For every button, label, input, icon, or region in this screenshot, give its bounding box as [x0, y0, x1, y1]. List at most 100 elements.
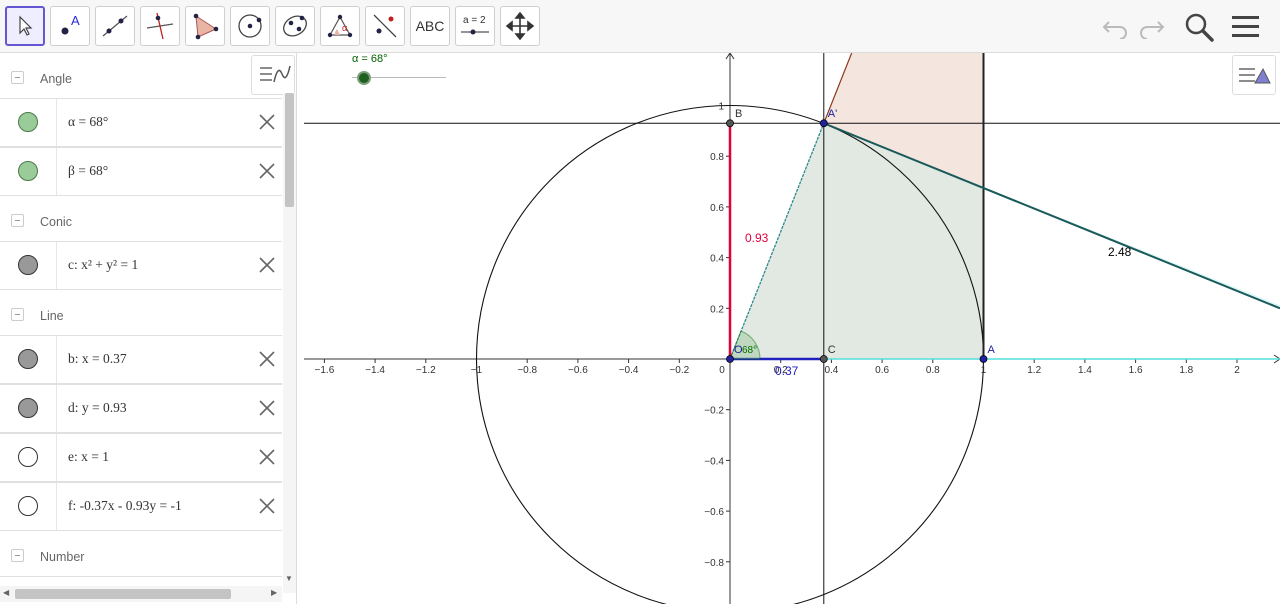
undo-button[interactable]: [1098, 10, 1132, 44]
x-tick-label: 1.8: [1179, 365, 1193, 376]
group-header-number[interactable]: Number: [0, 533, 282, 577]
point-a[interactable]: [979, 355, 988, 363]
graphics-canvas[interactable]: −1.6 −1.4 −1.2 −1 −0.8 −0.6 −0.4 −0.2 0 0.2 0.4 0.6…: [297, 53, 1280, 604]
x-tick-label: 0.4: [824, 365, 838, 376]
group-header-angle[interactable]: Angle: [0, 55, 282, 99]
slider-handle[interactable]: [357, 71, 371, 85]
point-o[interactable]: [726, 355, 734, 363]
slider-label: α = 68°: [352, 53, 388, 65]
menu-icon: [1232, 16, 1259, 37]
reflect-tool-icon: [373, 14, 397, 38]
group-header-conic[interactable]: Conic: [0, 198, 282, 242]
point-tool-button[interactable]: A: [50, 6, 90, 46]
move-graphics-tool-icon: [505, 11, 535, 41]
algebra-expression[interactable]: e: x = 1: [68, 449, 109, 465]
ellipse-tool-button[interactable]: [275, 6, 315, 46]
algebra-row-b[interactable]: b: x = 0.37: [0, 335, 282, 384]
style-bar-icon: [1239, 67, 1271, 84]
reflect-tool-button[interactable]: [365, 6, 405, 46]
algebra-style-button[interactable]: [251, 55, 295, 95]
point-label-b: B: [735, 108, 742, 120]
algebra-row-c[interactable]: c: x² + y² = 1: [0, 241, 282, 290]
y-tick-label: 0.8: [710, 152, 724, 163]
point-b[interactable]: [726, 119, 734, 128]
main-menu-button[interactable]: [1229, 10, 1263, 44]
collapse-toggle-icon[interactable]: [11, 71, 24, 84]
algebra-expression[interactable]: f: -0.37x - 0.93y = -1: [68, 498, 182, 514]
y-tick-label: 1: [718, 102, 724, 113]
graphics-style-button[interactable]: [1232, 55, 1276, 95]
algebra-row-d[interactable]: d: y = 0.93: [0, 384, 282, 433]
move-tool-button[interactable]: [5, 6, 45, 46]
move-graphics-tool-button[interactable]: [500, 6, 540, 46]
polygon-fills: [730, 53, 1280, 360]
slider-tool-button[interactable]: a = 2: [455, 6, 495, 46]
scroll-right-icon[interactable]: ▶: [271, 588, 277, 597]
point-c[interactable]: [819, 355, 828, 363]
algebra-view: Angle α = 68° β = 68° Conic c: x² + y² =…: [0, 53, 297, 604]
x-tick-label: −0.8: [517, 365, 537, 376]
visibility-toggle-icon[interactable]: [18, 161, 38, 181]
circle-tool-button[interactable]: [230, 6, 270, 46]
delete-icon[interactable]: [256, 397, 278, 419]
redo-button[interactable]: [1135, 10, 1169, 44]
line-tool-button[interactable]: [95, 6, 135, 46]
algebra-expression[interactable]: β = 68°: [68, 163, 108, 179]
group-label: Number: [40, 550, 85, 564]
visibility-toggle-icon[interactable]: [18, 447, 38, 467]
search-button[interactable]: [1182, 10, 1216, 44]
group-header-line[interactable]: Line: [0, 292, 282, 336]
toolbar: A α ABC a = 2: [0, 0, 1280, 53]
delete-icon[interactable]: [256, 111, 278, 133]
x-tick-label: 2: [1234, 365, 1240, 376]
polygon-tool-icon: [193, 13, 219, 40]
sin-value-label: 0.93: [745, 231, 769, 245]
perpendicular-line-tool-button[interactable]: [140, 6, 180, 46]
algebra-row-f[interactable]: f: -0.37x - 0.93y = -1: [0, 482, 282, 531]
delete-icon[interactable]: [256, 160, 278, 182]
y-tick-label: −0.4: [704, 456, 724, 467]
perpendicular-line-tool-icon: [146, 12, 174, 40]
collapse-toggle-icon[interactable]: [11, 549, 24, 562]
x-tick-label: −0.4: [619, 365, 639, 376]
delete-icon[interactable]: [256, 348, 278, 370]
point-a_prime[interactable]: [819, 119, 828, 128]
delete-icon[interactable]: [256, 254, 278, 276]
redo-icon: [1140, 21, 1165, 39]
angle-tool-button[interactable]: α: [320, 6, 360, 46]
scroll-down-icon[interactable]: ▼: [285, 574, 293, 583]
circle-tool-icon: [238, 14, 262, 38]
x-tick-label: −1: [471, 365, 483, 376]
algebra-row-beta[interactable]: β = 68°: [0, 147, 282, 196]
line-tool-icon: [102, 15, 128, 37]
x-tick-label: 1: [981, 365, 987, 376]
delete-icon[interactable]: [256, 495, 278, 517]
visibility-toggle-icon[interactable]: [18, 349, 38, 369]
svg-text:A: A: [71, 13, 80, 28]
point-label-a: A: [988, 344, 996, 356]
vertical-scroll-thumb[interactable]: [285, 93, 294, 207]
x-tick-label: 1.4: [1078, 365, 1092, 376]
scroll-left-icon[interactable]: ◀: [3, 588, 9, 597]
delete-icon[interactable]: [256, 446, 278, 468]
visibility-toggle-icon[interactable]: [18, 496, 38, 516]
text-tool-button[interactable]: ABC: [410, 6, 450, 46]
algebra-expression[interactable]: d: y = 0.93: [68, 400, 127, 416]
algebra-row-e[interactable]: e: x = 1: [0, 433, 282, 482]
visibility-toggle-icon[interactable]: [18, 398, 38, 418]
visibility-toggle-icon[interactable]: [18, 255, 38, 275]
horizontal-scroll-thumb[interactable]: [15, 589, 231, 599]
algebra-expression[interactable]: α = 68°: [68, 114, 108, 130]
search-icon: [1185, 13, 1214, 42]
algebra-expression[interactable]: b: x = 0.37: [68, 351, 127, 367]
y-tick-label: −0.8: [704, 558, 724, 569]
graphics-view[interactable]: −1.6 −1.4 −1.2 −1 −0.8 −0.6 −0.4 −0.2 0 0.2 0.4 0.6…: [297, 53, 1280, 604]
x-tick-label: 0: [719, 365, 725, 376]
visibility-toggle-icon[interactable]: [18, 112, 38, 132]
collapse-toggle-icon[interactable]: [11, 214, 24, 227]
y-tick-label: 0.2: [710, 304, 724, 315]
collapse-toggle-icon[interactable]: [11, 308, 24, 321]
polygon-tool-button[interactable]: [185, 6, 225, 46]
algebra-row-alpha[interactable]: α = 68°: [0, 98, 282, 147]
algebra-expression[interactable]: c: x² + y² = 1: [68, 257, 138, 273]
